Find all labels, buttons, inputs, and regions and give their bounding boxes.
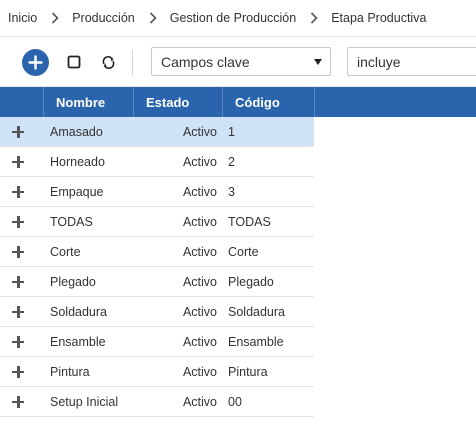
table-row[interactable]: Ensamble Activo Ensamble [0,327,314,357]
chevron-right-icon [310,12,318,24]
expand-row-button[interactable] [0,207,44,236]
expand-row-button[interactable] [0,357,44,386]
cell-estado: Activo [182,334,217,349]
cell-nombre: TODAS [50,214,93,229]
cell-estado: Activo [182,154,217,169]
refresh-button[interactable] [100,54,116,70]
breadcrumb-item-etapa: Etapa Productiva [331,11,427,25]
expand-row-button[interactable] [0,387,44,416]
table-row[interactable]: Pintura Activo Pintura [0,357,314,387]
cell-nombre: Horneado [50,154,105,169]
cell-estado: Activo [182,124,217,139]
add-button[interactable] [22,49,49,76]
cell-codigo: 1 [228,124,235,139]
grid-header: Nombre Estado Código [0,87,476,117]
cell-codigo: 00 [228,394,242,409]
plus-icon [12,155,24,168]
cell-codigo: Plegado [228,274,274,289]
cell-nombre: Soldadura [50,304,107,319]
header-codigo[interactable]: Código [223,87,315,117]
refresh-icon [102,55,114,69]
header-expand-column [0,87,44,117]
header-estado[interactable]: Estado [134,87,223,117]
table-row[interactable]: TODAS Activo TODAS [0,207,314,237]
plus-icon [12,275,24,288]
square-icon [67,55,81,69]
expand-row-button[interactable] [0,237,44,266]
table-row[interactable]: Soldadura Activo Soldadura [0,297,314,327]
cell-nombre: Setup Inicial [50,394,119,409]
cell-codigo: Corte [228,244,259,259]
table-row[interactable]: Setup Inicial Activo 00 [0,387,314,417]
cell-nombre: Empaque [50,184,104,199]
cell-estado: Activo [182,274,217,289]
table-row[interactable]: Empaque Activo 3 [0,177,314,207]
breadcrumb: Inicio Producción Gestion de Producción … [0,0,476,37]
chevron-right-icon [51,12,59,24]
cell-codigo: TODAS [228,214,271,229]
grid-body: Amasado Activo 1 Horneado Activo 2 Empaque Acti… [0,117,476,417]
cell-nombre: Plegado [50,274,96,289]
expand-row-button[interactable] [0,327,44,356]
plus-icon [12,245,24,258]
plus-icon [12,395,24,408]
breadcrumb-item-produccion[interactable]: Producción [72,11,135,25]
data-grid: Nombre Estado Código Amasado Activo 1 Horne… [0,87,476,417]
expand-row-button[interactable] [0,297,44,326]
table-row[interactable]: Amasado Activo 1 [0,117,314,147]
select-all-button[interactable] [66,54,82,70]
cell-estado: Activo [182,394,217,409]
toolbar-divider [132,50,133,76]
add-icon [28,55,43,70]
cell-codigo: 3 [228,184,235,199]
plus-icon [12,335,24,348]
plus-icon [12,185,24,198]
toolbar: Campos clave [0,37,476,87]
cell-nombre: Corte [50,244,81,259]
expand-row-button[interactable] [0,117,44,146]
expand-row-button[interactable] [0,147,44,176]
expand-row-button[interactable] [0,267,44,296]
cell-codigo: 2 [228,154,235,169]
cell-codigo: Ensamble [228,334,284,349]
plus-icon [12,125,24,138]
plus-icon [12,365,24,378]
cell-nombre: Ensamble [50,334,106,349]
dropdown-arrow-icon [314,59,322,65]
cell-codigo: Pintura [228,364,268,379]
cell-estado: Activo [182,304,217,319]
field-select-value: Campos clave [161,53,250,70]
cell-estado: Activo [182,244,217,259]
table-row[interactable]: Horneado Activo 2 [0,147,314,177]
search-condition-input[interactable] [347,47,476,76]
header-empty-space [315,87,476,117]
cell-nombre: Amasado [50,124,103,139]
plus-icon [12,215,24,228]
table-row[interactable]: Corte Activo Corte [0,237,314,267]
cell-estado: Activo [182,364,217,379]
cell-estado: Activo [182,184,217,199]
breadcrumb-item-gestion[interactable]: Gestion de Producción [170,11,296,25]
header-nombre[interactable]: Nombre [44,87,134,117]
cell-estado: Activo [182,214,217,229]
table-row[interactable]: Plegado Activo Plegado [0,267,314,297]
breadcrumb-item-inicio[interactable]: Inicio [8,11,37,25]
cell-codigo: Soldadura [228,304,285,319]
field-select[interactable]: Campos clave [151,47,331,76]
cell-nombre: Pintura [50,364,90,379]
expand-row-button[interactable] [0,177,44,206]
chevron-right-icon [149,12,157,24]
plus-icon [12,305,24,318]
